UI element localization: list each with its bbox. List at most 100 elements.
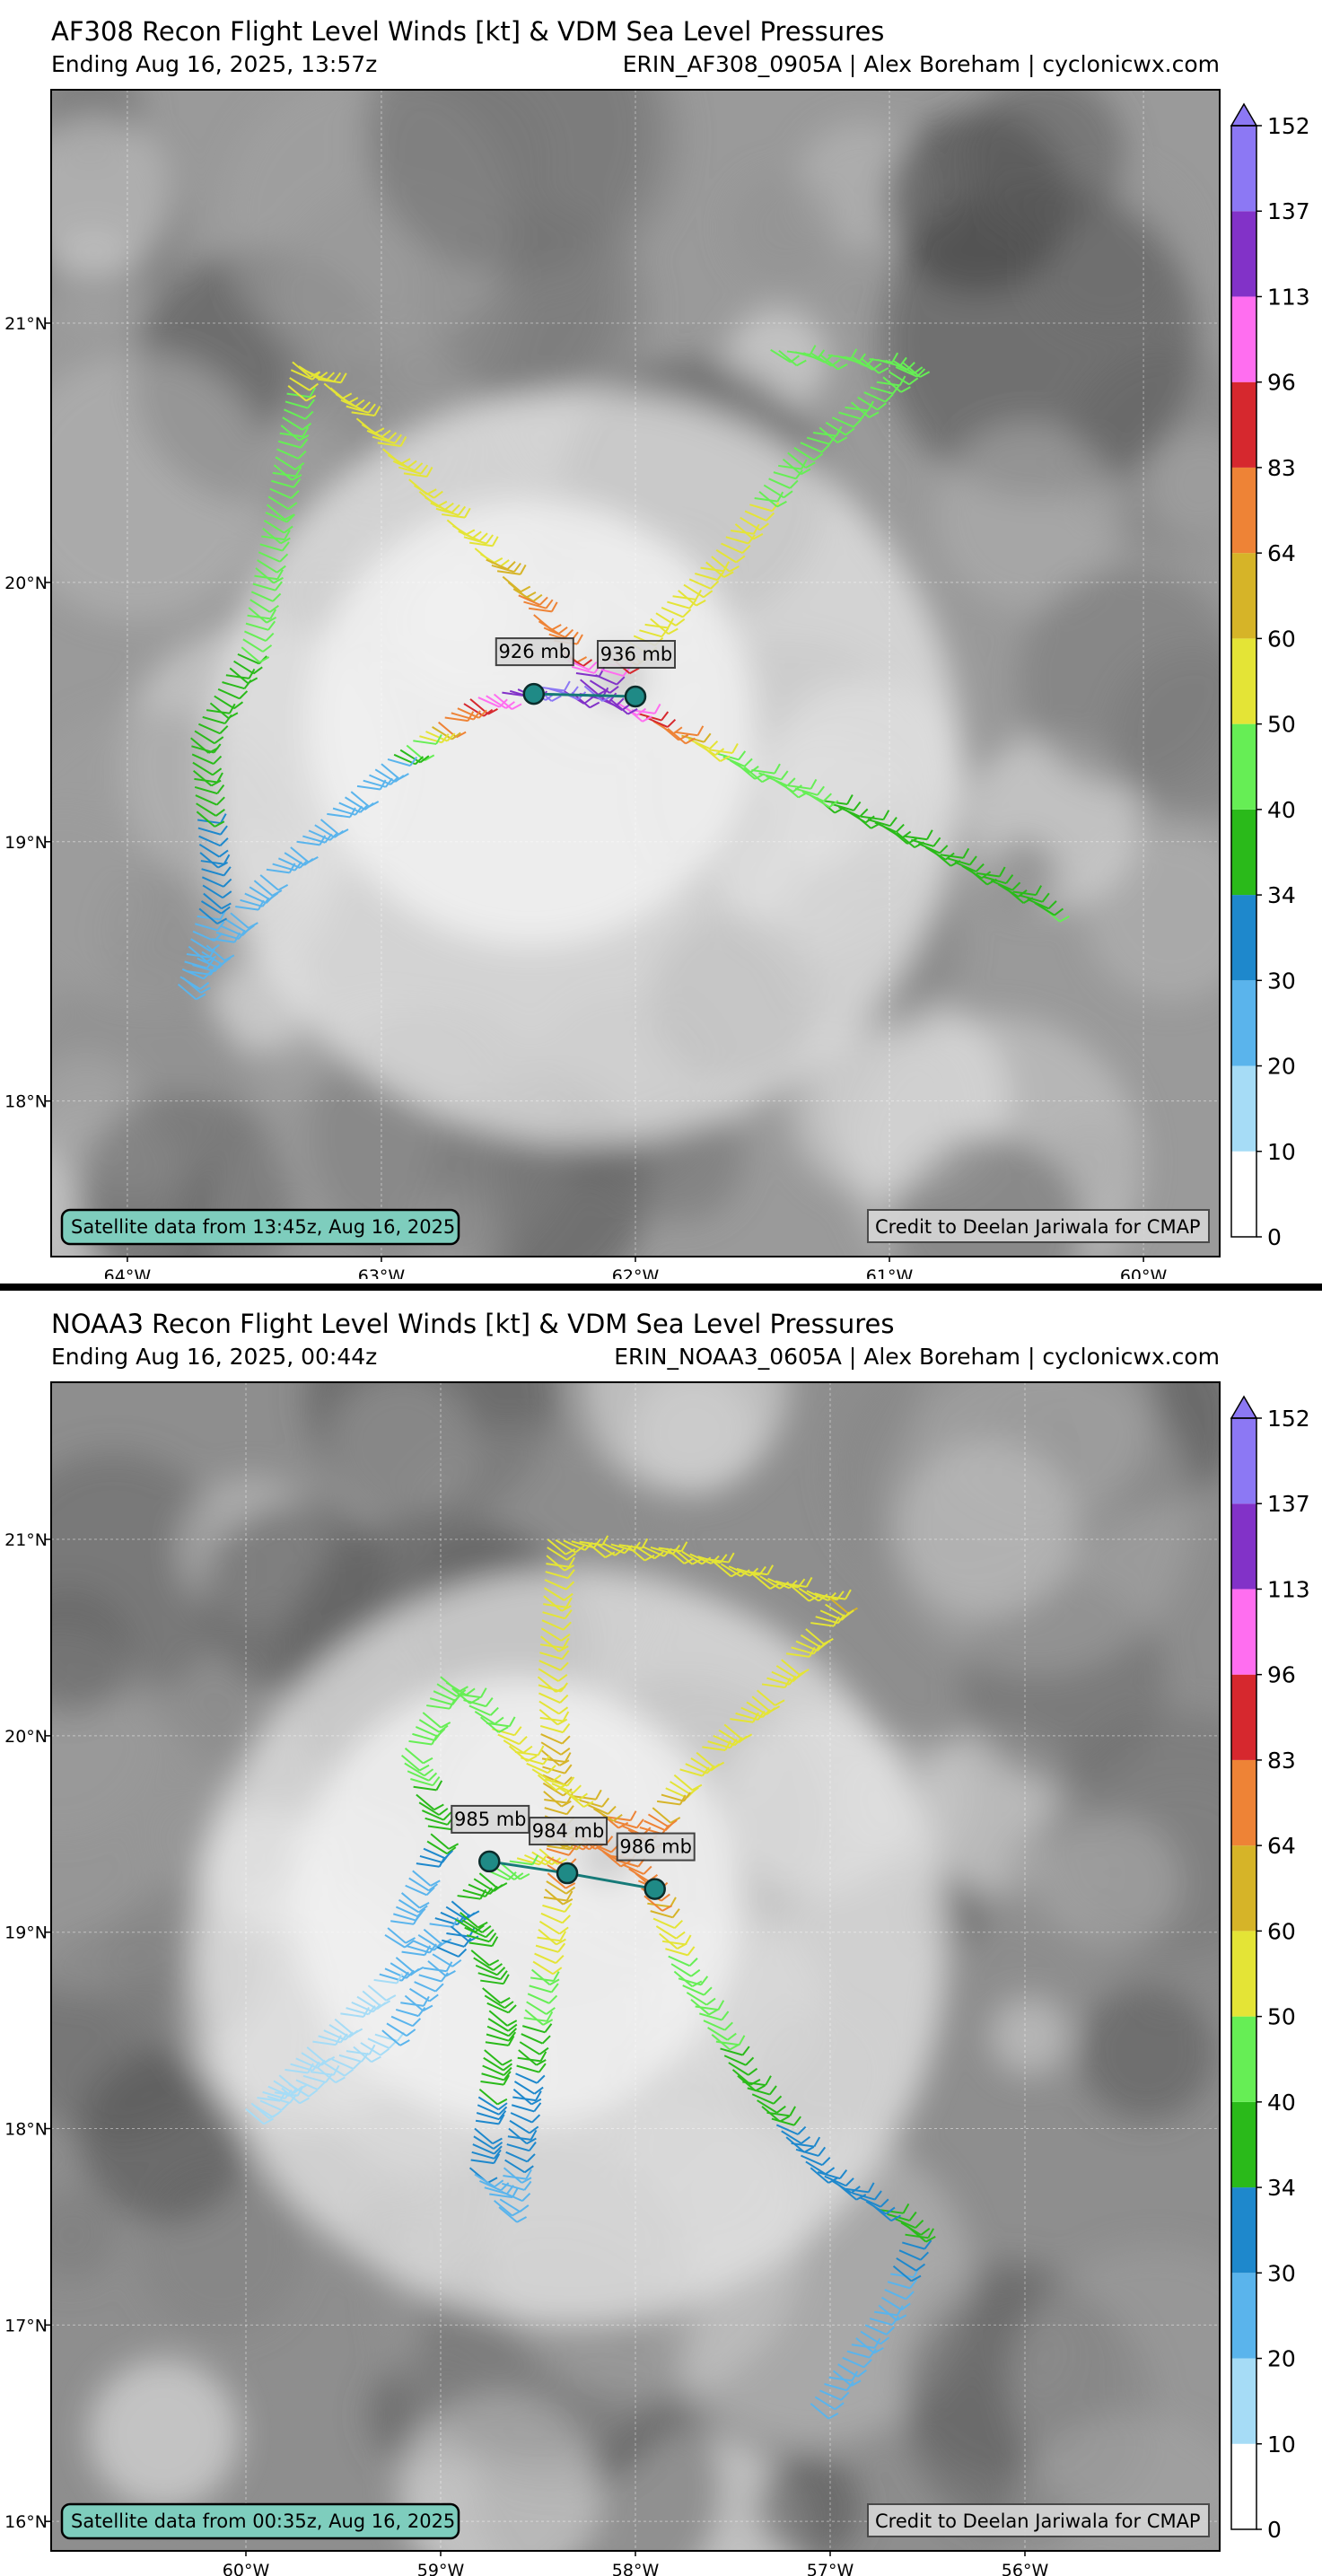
colorbar-tick-label: 30 [1267,2260,1296,2286]
credit-text: Credit to Deelan Jariwala for CMAP [875,1216,1201,1238]
cloud-blob [1046,1814,1182,1950]
colorbar-tick-label: 20 [1267,2346,1296,2372]
colorbar-tick-label: 64 [1267,540,1296,566]
x-tick-label: 64°W [104,1266,152,1279]
colorbar-tick-label: 83 [1267,1748,1296,1774]
vdm-label-text: 984 mb [532,1820,605,1842]
storm-cloud-core [306,497,756,947]
cloud-blob [367,90,650,274]
panel-noaa3: NOAA3 Recon Flight Level Winds [kt] & VD… [0,1292,1322,2576]
colorbar-tick-label: 113 [1267,1576,1310,1602]
colorbar-tick-label: 60 [1267,626,1296,652]
y-tick-label: 20°N [4,574,48,593]
vdm-label: 936 mb [597,640,676,669]
cloud-blob [51,119,172,274]
colorbar-tick-label: 10 [1267,1139,1296,1165]
cloud-blob [51,2189,118,2282]
colorbar-tick-label: 0 [1267,2517,1282,2543]
cloud-blob [729,173,839,284]
colorbar-tick-label: 137 [1267,1491,1310,1517]
colorbar-tick-label: 50 [1267,712,1296,738]
colorbar-segment [1231,1151,1256,1237]
satellite-note-text: Satellite data from 13:45z, Aug 16, 2025 [71,1216,455,1238]
panel-af308: AF308 Recon Flight Level Winds [kt] & VD… [0,0,1322,1279]
colorbar-tick-label: 152 [1267,113,1310,139]
x-tick-label: 60°W [1120,1266,1168,1279]
map-chart: 985 mb984 mb 986 mb 60°W 59°W 58°W 57°W 56°W 16… [4,1381,1310,2576]
cloud-blob [755,2454,862,2551]
vdm-point [643,1878,666,1900]
colorbar-segment [1231,2358,1256,2444]
colorbar-tick-label: 137 [1267,198,1310,224]
vdm-point [624,685,647,708]
colorbar-extend-arrow [1230,1395,1258,1419]
colorbar-segment [1231,2101,1256,2188]
colorbar-tick-label: 40 [1267,2090,1296,2116]
cloud-blob [964,90,1125,234]
x-tick-label: 59°W [417,2561,465,2576]
cloud-blob [582,1382,790,1492]
y-tick-label: 21°N [4,1530,48,1550]
cloud-blob [1018,567,1220,791]
colorbar-tick-label: 64 [1267,1833,1296,1859]
satellite-note: Satellite data from 13:45z, Aug 16, 2025 [60,1208,460,1246]
x-tick-label: 61°W [866,1266,914,1279]
colorbar-tick-label: 96 [1267,1662,1296,1688]
vdm-label: 984 mb [529,1817,608,1846]
colorbar-segment [1231,2016,1256,2102]
map-chart: 926 mb 936 mb 64°W 63°W 62°W 61°W 60°W 18°N 19°N… [4,89,1310,1279]
colorbar-tick-label: 152 [1267,1406,1310,1432]
colorbar-tick-label: 10 [1267,2431,1296,2458]
vdm-label-text: 926 mb [499,641,572,662]
colorbar: 0 10 20 30 34 40 50 60 64 83 96 113 137 152 [1230,1395,1310,2543]
x-tick-label: 60°W [223,2561,270,2576]
vdm-label-text: 936 mb [600,644,673,665]
x-tick-label: 62°W [612,1266,660,1279]
colorbar-segment [1231,126,1256,212]
vdm-label: 986 mb [616,1832,696,1862]
credit-note: Credit to Deelan Jariwala for CMAP [867,1209,1210,1243]
colorbar-tick-label: 20 [1267,1054,1296,1080]
colorbar-segment [1231,1418,1256,1504]
colorbar-segment [1231,1931,1256,2017]
credit-text: Credit to Deelan Jariwala for CMAP [875,2510,1201,2532]
vdm-point [478,1850,501,1873]
x-tick-label: 63°W [358,1266,406,1279]
panel-divider [0,1284,1322,1291]
cloud-blob [1079,1984,1215,2121]
vdm-label-text: 986 mb [619,1836,692,1858]
colorbar-segment [1231,980,1256,1066]
colorbar-segment [1231,211,1256,297]
y-tick-label: 18°N [4,2120,48,2140]
vdm-label-text: 985 mb [454,1809,527,1830]
y-tick-label: 19°N [4,833,48,853]
colorbar-tick-label: 30 [1267,968,1296,994]
colorbar-tick-label: 34 [1267,2175,1296,2201]
satellite-note: Satellite data from 00:35z, Aug 16, 2025 [60,2502,460,2540]
colorbar-segment [1231,553,1256,639]
vdm-label: 926 mb [495,637,574,667]
colorbar-tick-label: 0 [1267,1224,1282,1250]
colorbar-segment [1231,2273,1256,2359]
cloud-blob [987,837,1061,910]
colorbar-extend-arrow [1230,102,1258,127]
colorbar-tick-label: 83 [1267,455,1296,481]
cloud-blob [51,1587,133,1715]
colorbar-segment [1231,467,1256,554]
colorbar-segment [1231,895,1256,981]
satellite-note-text: Satellite data from 00:35z, Aug 16, 2025 [71,2510,455,2532]
colorbar-tick-label: 40 [1267,797,1296,823]
colorbar-segment [1231,1674,1256,1760]
colorbar-segment [1231,638,1256,724]
y-tick-label: 19°N [4,1923,48,1943]
colorbar: 0 10 20 30 34 40 50 60 64 83 96 113 137 152 [1230,102,1310,1250]
colorbar-segment [1231,2187,1256,2274]
colorbar-segment [1231,2443,1256,2529]
x-tick-label: 56°W [1002,2561,1049,2576]
vdm-point [556,1862,579,1885]
colorbar-tick-label: 96 [1267,370,1296,396]
colorbar-segment [1231,1845,1256,1932]
x-tick-label: 58°W [612,2561,660,2576]
vdm-point [522,682,546,705]
colorbar-segment [1231,1503,1256,1590]
